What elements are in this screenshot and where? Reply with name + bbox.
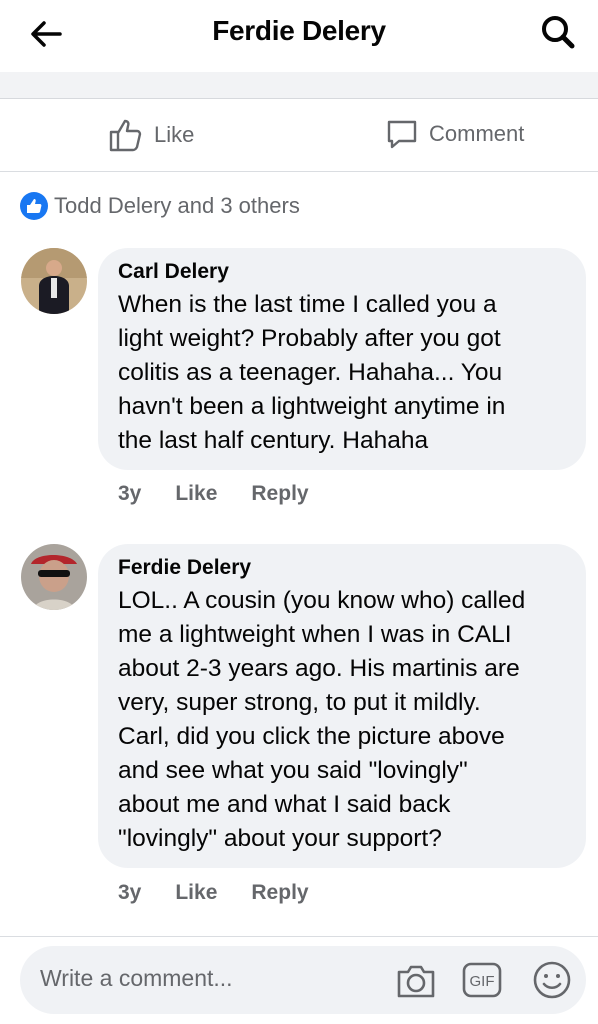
like-badge-icon (20, 192, 48, 220)
back-arrow-icon[interactable] (26, 14, 66, 54)
camera-icon[interactable] (395, 960, 437, 1005)
comment-age: 3y (118, 881, 142, 904)
reactions-summary[interactable]: Todd Delery and 3 others (20, 192, 300, 220)
post-actions: Like Comment (0, 99, 598, 172)
header-divider (0, 72, 598, 99)
comment-like-link[interactable]: Like (175, 482, 217, 506)
comment-button[interactable]: Comment (385, 117, 524, 151)
comment-author[interactable]: Ferdie Delery (118, 556, 566, 580)
comment-label: Comment (429, 121, 525, 146)
like-label: Like (154, 122, 195, 147)
comment-composer[interactable]: Write a comment... GIF (20, 946, 586, 1014)
comment-meta: 3y Like Reply (118, 482, 343, 506)
comment-age: 3y (118, 482, 142, 505)
thumbs-up-icon (109, 119, 142, 152)
reactions-text: Todd Delery and 3 others (54, 193, 300, 218)
comment-reply-link[interactable]: Reply (251, 881, 308, 905)
comment-meta: 3y Like Reply (118, 881, 343, 905)
comment-bubble-icon (387, 120, 417, 149)
composer-divider (0, 936, 598, 937)
gif-icon[interactable]: GIF (462, 961, 502, 1004)
comment-text: When is the last time I called you a lig… (118, 291, 506, 454)
comment-author[interactable]: Carl Delery (118, 260, 566, 284)
search-icon[interactable] (538, 12, 578, 52)
comment-reply-link[interactable]: Reply (251, 482, 308, 506)
comment-input[interactable]: Write a comment... (40, 965, 233, 992)
avatar[interactable] (21, 544, 87, 610)
page-title: Ferdie Delery (212, 15, 386, 46)
avatar[interactable] (21, 248, 87, 314)
comment-bubble[interactable]: Ferdie Delery LOL.. A cousin (you know w… (98, 544, 586, 868)
emoji-icon[interactable] (532, 960, 572, 1005)
top-bar: Ferdie Delery (0, 0, 598, 72)
like-button[interactable]: Like (108, 117, 194, 153)
comment-text: LOL.. A cousin (you know who) called me … (118, 587, 526, 852)
comment-like-link[interactable]: Like (175, 881, 217, 905)
svg-text:GIF: GIF (470, 973, 495, 990)
comment-bubble[interactable]: Carl Delery When is the last time I call… (98, 248, 586, 470)
